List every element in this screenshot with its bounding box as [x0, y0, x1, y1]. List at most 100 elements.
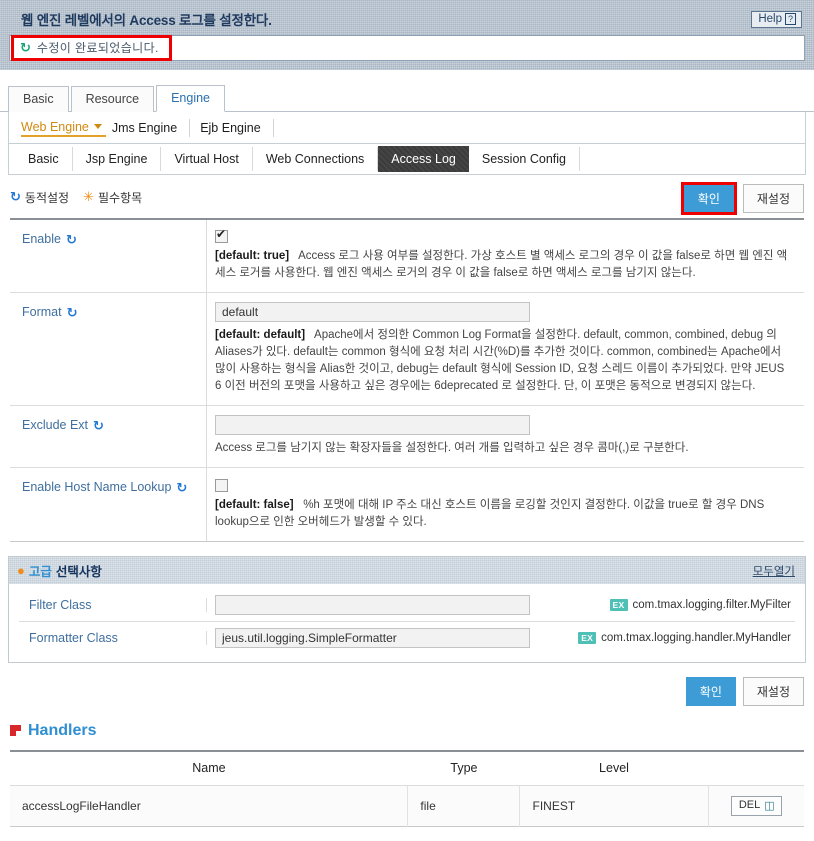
- form-description-host-name-lookup: [default: false] %h 포맷에 대해 IP 주소 대신 호스트 …: [215, 497, 790, 531]
- form-body-exclude-ext: Access 로그를 남기지 않는 확장자들을 설정한다. 여러 개를 입력하고…: [207, 406, 804, 467]
- trash-icon: ◫: [764, 799, 775, 812]
- subtab-access-log[interactable]: Access Log: [378, 146, 469, 172]
- legend-and-actions: ↻ 동적설정 ✳ 필수항목 확인 재설정: [10, 182, 804, 215]
- engine-item-jms-engine[interactable]: Jms Engine: [111, 118, 191, 137]
- host-name-lookup-checkbox[interactable]: [215, 478, 228, 492]
- advanced-title-rest: 선택사항: [55, 564, 102, 579]
- form-label-format: Format ↻: [10, 293, 207, 406]
- form-row-format: Format ↻ [default: default] Apache에서 정의한…: [10, 293, 804, 407]
- format-input[interactable]: [215, 302, 530, 323]
- subtab-basic[interactable]: Basic: [15, 147, 73, 171]
- tab-engine[interactable]: Engine: [156, 85, 226, 112]
- advanced-panel-header: ● 고급 선택사항 모두열기: [9, 556, 805, 584]
- form-label-text: Enable Host Name Lookup: [22, 480, 172, 495]
- advanced-title-accent: 고급: [28, 564, 52, 579]
- advanced-panel-body: Filter Class EX com.tmax.logging.filter.…: [9, 583, 805, 662]
- advanced-example-filter-class: EX com.tmax.logging.filter.MyFilter: [530, 599, 795, 612]
- notification-highlight: ↻ 수정이 완료되었습니다.: [11, 34, 172, 61]
- description-text: Access 로그를 남기지 않는 확장자들을 설정한다. 여러 개를 입력하고…: [215, 442, 689, 455]
- engine-selector-bar: Web Engine Jms Engine Ejb Engine: [8, 112, 806, 144]
- form-label-exclude-ext: Exclude Ext ↻: [10, 406, 207, 468]
- handlers-title-text: Handlers: [28, 721, 97, 739]
- secondary-tabs: Basic Jsp Engine Virtual Host Web Connec…: [8, 144, 806, 175]
- page-root: 웹 엔진 레벨에서의 Access 로그를 설정한다. Help ? ↻ 수정이…: [0, 0, 814, 841]
- section-marker-icon: [10, 725, 21, 737]
- delete-button-label: DEL: [738, 799, 761, 812]
- subtab-virtual-host[interactable]: Virtual Host: [161, 147, 253, 171]
- refresh-icon: ↻: [20, 39, 31, 55]
- form-body-enable: [default: true] Access 로그 사용 여부를 설정한다. 가…: [207, 220, 804, 292]
- ok-button-highlight: 확인: [680, 182, 737, 215]
- cell-handler-type: file: [407, 785, 521, 827]
- help-label: Help: [758, 13, 782, 25]
- ok-button-bottom[interactable]: 확인: [685, 676, 736, 706]
- required-field-icon: ✳: [83, 189, 94, 204]
- example-badge-icon: EX: [578, 631, 597, 644]
- advanced-options-panel: ● 고급 선택사항 모두열기 Filter Class EX com.tmax.…: [8, 555, 806, 663]
- enable-checkbox[interactable]: [215, 227, 228, 244]
- column-header-level: Level: [519, 750, 708, 786]
- form-row-host-name-lookup: Enable Host Name Lookup ↻ [default: fals…: [10, 468, 804, 541]
- example-badge-icon: EX: [609, 599, 628, 612]
- advanced-example-formatter-class: EX com.tmax.logging.handler.MyHandler: [530, 631, 795, 644]
- legend-dynamic: ↻ 동적설정: [10, 189, 69, 206]
- page-header: 웹 엔진 레벨에서의 Access 로그를 설정한다. Help ? ↻ 수정이…: [0, 0, 814, 70]
- help-button[interactable]: Help ?: [751, 11, 802, 28]
- reset-button-top[interactable]: 재설정: [742, 184, 804, 213]
- cell-handler-name: accessLogFileHandler: [10, 785, 409, 827]
- dynamic-setting-icon: ↻: [93, 418, 104, 434]
- form-label-text: Exclude Ext: [22, 418, 89, 433]
- reset-button-bottom[interactable]: 재설정: [742, 676, 804, 706]
- cell-handler-actions: DEL ◫: [708, 785, 804, 827]
- top-action-buttons: 확인 재설정: [680, 182, 804, 215]
- advanced-label-filter-class: Filter Class: [19, 598, 207, 613]
- example-text: com.tmax.logging.handler.MyHandler: [601, 631, 791, 644]
- tab-resource[interactable]: Resource: [70, 86, 155, 112]
- form-description-exclude-ext: Access 로그를 남기지 않는 확장자들을 설정한다. 여러 개를 입력하고…: [215, 440, 790, 457]
- advanced-row-formatter-class: Formatter Class EX com.tmax.logging.hand…: [19, 622, 795, 654]
- form-body-host-name-lookup: [default: false] %h 포맷에 대해 IP 주소 대신 호스트 …: [207, 468, 804, 540]
- engine-item-web-engine[interactable]: Web Engine: [21, 119, 106, 137]
- default-tag: [default: false]: [215, 498, 294, 511]
- chevron-down-icon[interactable]: [93, 124, 102, 129]
- engine-item-label: Web Engine: [21, 119, 89, 134]
- primary-tabs: Basic Resource Engine: [0, 82, 814, 112]
- engine-item-label: Jms Engine: [111, 120, 178, 135]
- filter-class-input[interactable]: [215, 595, 530, 616]
- legend-required-label: 필수항목: [97, 190, 143, 205]
- engine-item-ejb-engine[interactable]: Ejb Engine: [200, 118, 274, 137]
- form-description-enable: [default: true] Access 로그 사용 여부를 설정한다. 가…: [215, 248, 790, 282]
- handlers-header-row: Name Type Level: [10, 750, 804, 786]
- open-all-link[interactable]: 모두열기: [753, 563, 795, 579]
- form-row-exclude-ext: Exclude Ext ↻ Access 로그를 남기지 않는 확장자들을 설정…: [10, 406, 804, 469]
- access-log-form: Enable ↻ [default: true] Access 로그 사용 여부…: [10, 218, 804, 542]
- subtab-jsp-engine[interactable]: Jsp Engine: [73, 147, 162, 171]
- engine-item-label: Ejb Engine: [200, 120, 261, 135]
- tab-basic[interactable]: Basic: [8, 86, 69, 112]
- form-label-text: Enable: [22, 232, 61, 246]
- advanced-label-formatter-class: Formatter Class: [19, 630, 207, 645]
- form-body-format: [default: default] Apache에서 정의한 Common L…: [207, 293, 804, 405]
- column-header-type: Type: [407, 750, 520, 786]
- ok-button-top[interactable]: 확인: [683, 185, 734, 212]
- exclude-ext-input[interactable]: [215, 415, 530, 436]
- subtab-web-connections[interactable]: Web Connections: [253, 147, 379, 171]
- form-row-enable: Enable ↻ [default: true] Access 로그 사용 여부…: [10, 220, 804, 294]
- table-row: accessLogFileHandler file FINEST DEL ◫: [10, 785, 804, 827]
- legend-dynamic-label: 동적설정: [24, 190, 70, 205]
- description-text: Access 로그 사용 여부를 설정한다. 가상 호스트 별 액세스 로그의 …: [215, 250, 788, 280]
- form-label-host-name-lookup: Enable Host Name Lookup ↻: [10, 468, 207, 541]
- advanced-input-cell: [207, 595, 530, 616]
- form-description-format: [default: default] Apache에서 정의한 Common L…: [215, 327, 790, 395]
- formatter-class-input[interactable]: [215, 627, 530, 648]
- default-tag: [default: default]: [215, 329, 306, 342]
- notification-message: 수정이 완료되었습니다.: [36, 41, 159, 55]
- help-question-icon: ?: [784, 13, 796, 25]
- handlers-section-title: Handlers: [10, 722, 814, 740]
- form-label-enable: Enable ↻: [10, 220, 207, 293]
- subtab-session-config[interactable]: Session Config: [469, 147, 580, 171]
- form-label-text: Format: [22, 305, 62, 320]
- delete-handler-button[interactable]: DEL ◫: [730, 795, 782, 816]
- column-header-name: Name: [10, 750, 408, 786]
- cell-handler-level: FINEST: [519, 785, 709, 827]
